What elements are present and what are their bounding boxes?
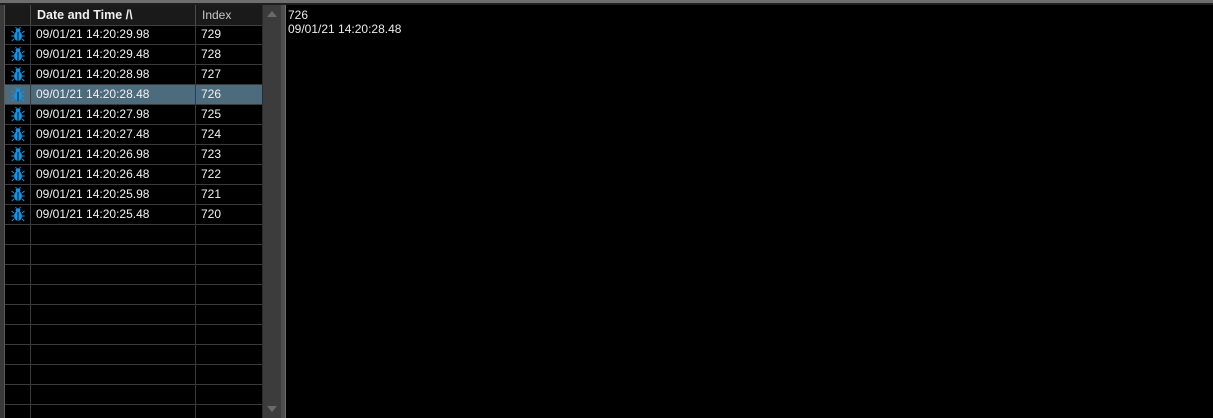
row-icon-cell xyxy=(5,165,31,184)
table-row[interactable]: 09/01/21 14:20:26.98 723 xyxy=(5,145,262,165)
table-row[interactable]: 09/01/21 14:20:29.98 729 xyxy=(5,25,262,45)
row-icon-cell xyxy=(5,205,31,224)
row-date-time: 09/01/21 14:20:25.98 xyxy=(31,185,196,204)
row-date-time: 09/01/21 14:20:29.48 xyxy=(31,45,196,64)
row-index: 723 xyxy=(201,147,222,161)
table-row[interactable]: 09/01/21 14:20:29.48 728 xyxy=(5,45,262,65)
row-icon-cell xyxy=(5,125,31,144)
row-date-time: 09/01/21 14:20:25.48 xyxy=(31,205,196,224)
row-icon-cell xyxy=(5,85,31,104)
row-index: 722 xyxy=(201,167,222,181)
table-row[interactable]: 09/01/21 14:20:27.98 725 xyxy=(5,105,262,125)
row-date-time: 09/01/21 14:20:27.48 xyxy=(31,125,196,144)
row-icon-cell xyxy=(5,145,31,164)
row-index: 726 xyxy=(201,87,222,101)
row-icon-cell xyxy=(5,185,31,204)
detail-date-time: 09/01/21 14:20:28.48 xyxy=(288,22,402,36)
list-scrollbar[interactable] xyxy=(262,5,281,418)
scroll-down-arrow-icon[interactable] xyxy=(267,406,277,412)
table-row[interactable]: 09/01/21 14:20:25.48 720 xyxy=(5,205,262,225)
row-index: 727 xyxy=(201,67,222,81)
scroll-up-arrow-icon[interactable] xyxy=(267,11,277,17)
table-row[interactable]: 09/01/21 14:20:27.48 724 xyxy=(5,125,262,145)
detail-index: 726 xyxy=(288,8,309,22)
row-index: 728 xyxy=(201,47,222,61)
header-index[interactable]: Index xyxy=(196,5,262,25)
row-date-time: 09/01/21 14:20:28.98 xyxy=(31,65,196,84)
row-date-time: 09/01/21 14:20:28.48 xyxy=(31,85,196,104)
list-rows: 09/01/21 14:20:29.98 729 09/01/21 14:20:29… xyxy=(5,25,262,225)
row-icon-cell xyxy=(5,45,31,64)
bug-icon xyxy=(11,206,25,228)
list-header: Date and Time /\ Index xyxy=(5,5,262,26)
detail-panel[interactable]: 726 09/01/21 14:20:28.48 xyxy=(285,5,1213,418)
row-index: 725 xyxy=(201,107,222,121)
row-date-time: 09/01/21 14:20:27.98 xyxy=(31,105,196,124)
table-row[interactable]: 09/01/21 14:20:28.48 726 xyxy=(5,85,262,105)
row-date-time: 09/01/21 14:20:26.48 xyxy=(31,165,196,184)
row-index: 729 xyxy=(201,27,222,41)
table-row[interactable]: 09/01/21 14:20:28.98 727 xyxy=(5,65,262,85)
row-icon-cell xyxy=(5,25,31,44)
header-icon-column[interactable] xyxy=(5,5,31,25)
row-icon-cell xyxy=(5,65,31,84)
row-index: 724 xyxy=(201,127,222,141)
event-list-panel[interactable]: Date and Time /\ Index 09/01/21 14:20:29… xyxy=(4,5,262,418)
row-date-time: 09/01/21 14:20:26.98 xyxy=(31,145,196,164)
header-date-time[interactable]: Date and Time /\ xyxy=(31,5,196,25)
header-index-label: Index xyxy=(202,8,232,22)
table-row[interactable]: 09/01/21 14:20:25.98 721 xyxy=(5,185,262,205)
table-row[interactable]: 09/01/21 14:20:26.48 722 xyxy=(5,165,262,185)
row-index: 720 xyxy=(201,207,222,221)
header-date-time-label: Date and Time /\ xyxy=(37,8,133,22)
row-icon-cell xyxy=(5,105,31,124)
row-index: 721 xyxy=(201,187,222,201)
row-date-time: 09/01/21 14:20:29.98 xyxy=(31,25,196,44)
